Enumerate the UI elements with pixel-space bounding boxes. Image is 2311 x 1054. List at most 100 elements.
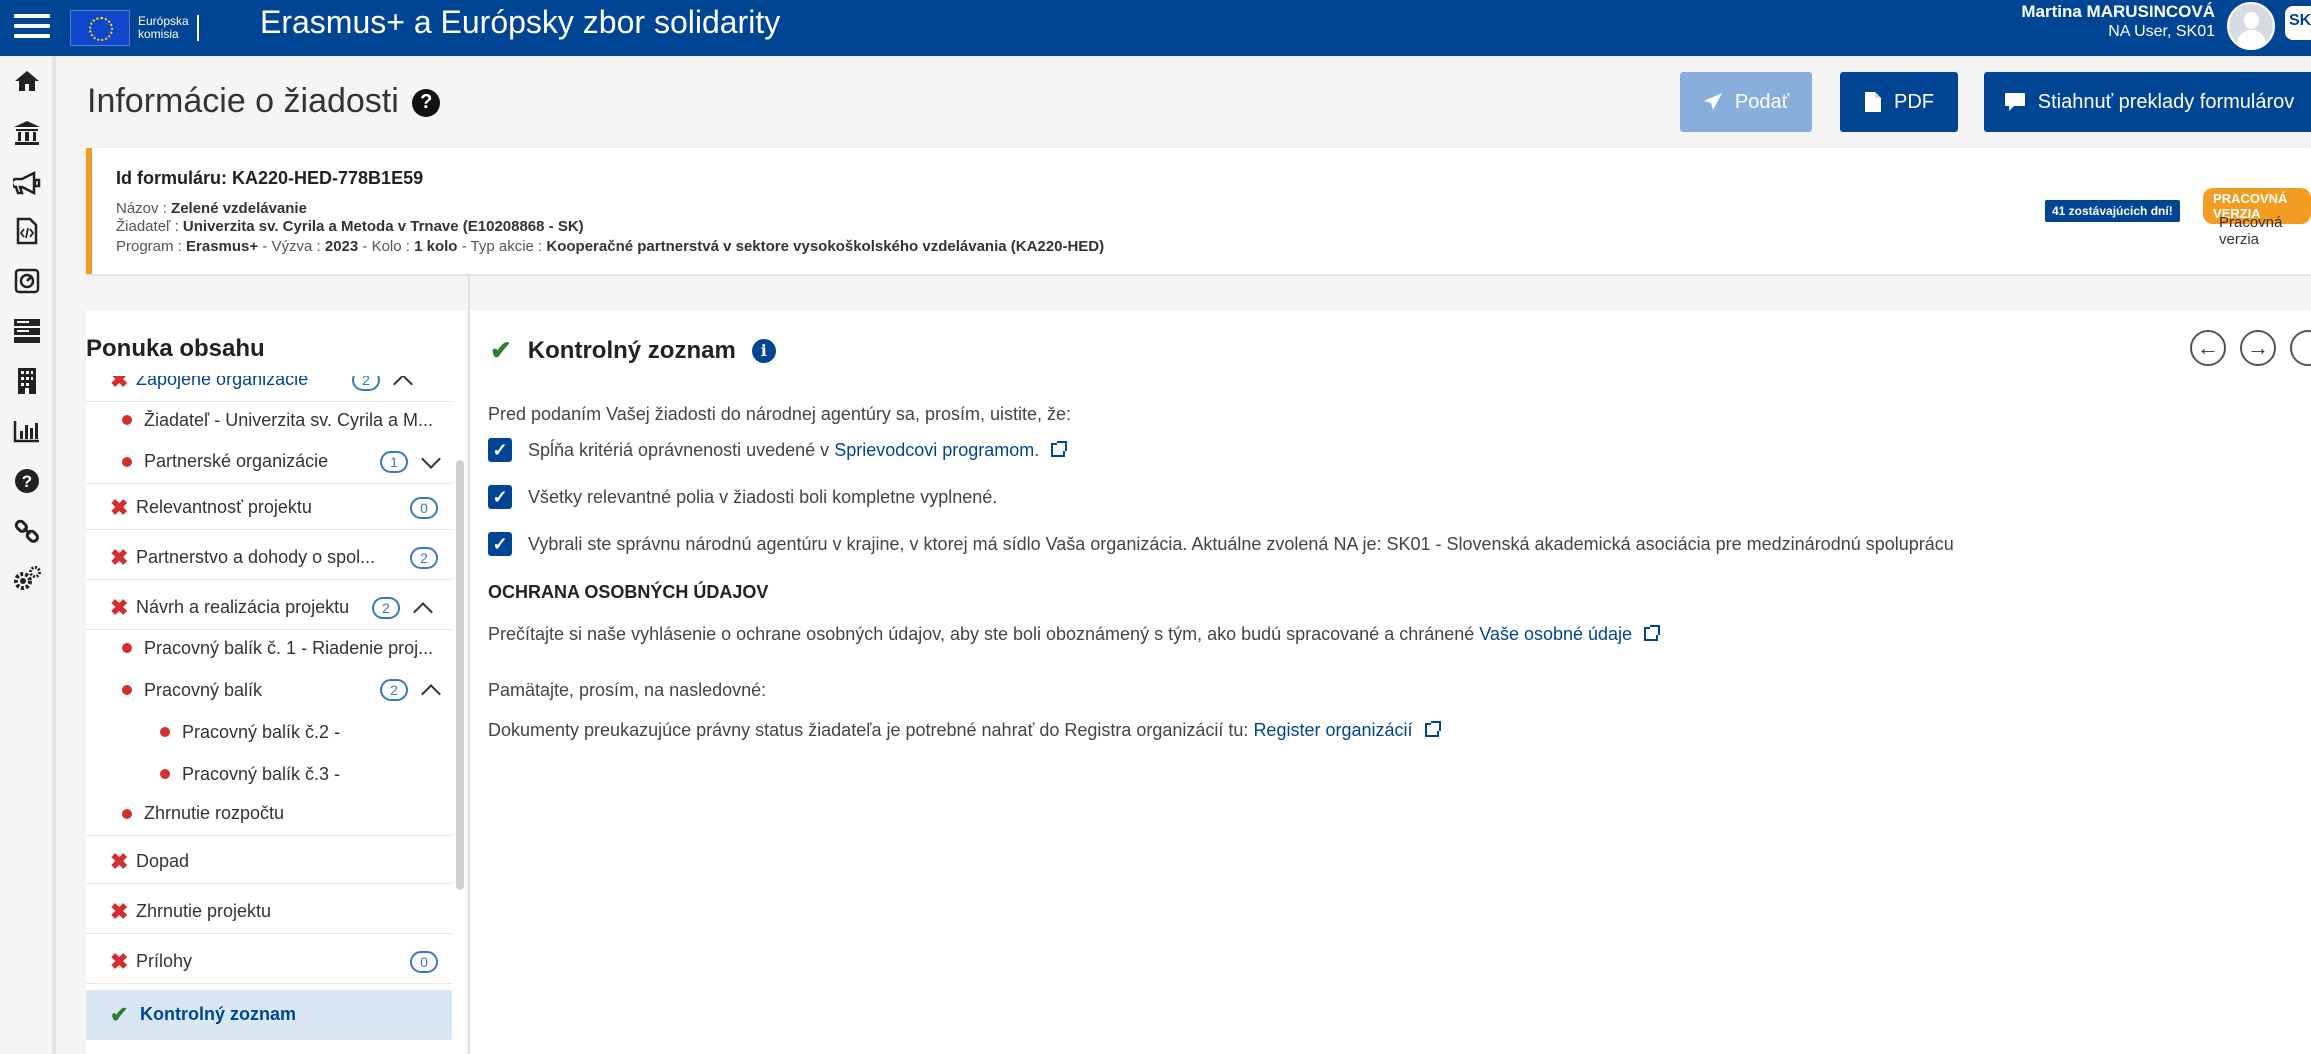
toc-item-navrh-realizacia[interactable]: ✖ Návrh a realizácia projektu 2 bbox=[86, 586, 452, 630]
comment-icon bbox=[2004, 93, 2025, 111]
error-dot-icon bbox=[122, 685, 132, 695]
previous-section-button[interactable]: ← bbox=[2190, 330, 2226, 366]
submit-button[interactable]: Podať bbox=[1680, 72, 1812, 132]
question-icon[interactable]: ? bbox=[12, 466, 42, 496]
checkbox-eligibility[interactable]: ✓ bbox=[488, 438, 512, 462]
check-icon: ✔ bbox=[490, 335, 512, 365]
remember-text: Pamätajte, prosím, na nasledovné: bbox=[488, 680, 767, 700]
toc-list: ✖ Zapojené organizácie 2 Žiadateľ - Univ… bbox=[86, 376, 452, 1054]
checklist-item-2: ✓ Všetky relevantné polia v žiadosti bol… bbox=[488, 485, 997, 509]
form-id: Id formuláru: KA220-HED-778B1E59 bbox=[116, 168, 424, 188]
organisation-register-link[interactable]: Register organizácií bbox=[1253, 720, 1412, 740]
pdf-button[interactable]: PDF bbox=[1840, 72, 1958, 132]
app-title: Erasmus+ a Európsky zbor solidarity bbox=[260, 4, 781, 40]
error-x-icon: ✖ bbox=[110, 594, 129, 620]
toc-item-pracovny-balik-1[interactable]: Pracovný balík č. 1 - Riadenie proj... bbox=[86, 626, 452, 670]
gdpr-heading: OCHRANA OSOBNÝCH ÚDAJOV bbox=[488, 582, 769, 602]
code-file-icon[interactable] bbox=[12, 216, 42, 246]
toc-item-partnerstvo[interactable]: ✖ Partnerstvo a dohody o spol... 2 bbox=[86, 536, 452, 580]
chevron-up-icon[interactable] bbox=[393, 376, 413, 394]
bullhorn-icon[interactable] bbox=[12, 168, 42, 198]
info-icon[interactable]: i bbox=[751, 338, 776, 363]
help-icon[interactable]: ? bbox=[412, 88, 441, 117]
version-text: Pracovná verzia bbox=[2219, 214, 2283, 248]
program-line: Program : Erasmus+ - Výzva : 2023 - Kolo… bbox=[116, 238, 1105, 255]
home-icon[interactable] bbox=[12, 66, 42, 96]
bar-chart-icon[interactable] bbox=[12, 416, 42, 446]
toc-item-ziadatel[interactable]: Žiadateľ - Univerzita sv. Cyrila a M... bbox=[86, 398, 452, 442]
count-badge: 1 bbox=[380, 450, 408, 473]
toc-item-pracovny-balik[interactable]: Pracovný balík 2 bbox=[86, 668, 452, 712]
building-icon[interactable] bbox=[12, 366, 42, 396]
next-section-button[interactable]: → bbox=[2240, 330, 2276, 366]
days-left-badge: 41 zostávajúcich dní! bbox=[2045, 200, 2180, 222]
submit-label: Podať bbox=[1734, 90, 1790, 113]
table-of-contents: Ponuka obsahu ‹ ✖ Zapojené organizácie 2… bbox=[86, 310, 515, 1054]
main-content: ✔ Kontrolný zoznam i ← → Pred podaním Va… bbox=[470, 310, 2311, 1054]
file-icon bbox=[1865, 92, 1881, 112]
error-dot-icon bbox=[160, 769, 170, 779]
toc-item-kontrolny-zoznam[interactable]: ✔ Kontrolný zoznam bbox=[86, 990, 452, 1040]
applicant-line: Žiadateľ : Univerzita sv. Cyrila a Metod… bbox=[116, 218, 584, 235]
menu-icon[interactable] bbox=[14, 8, 50, 44]
pdf-label: PDF bbox=[1894, 90, 1934, 113]
top-bar: Európska komisia Erasmus+ a Európsky zbo… bbox=[0, 0, 2311, 56]
expand-icon[interactable] bbox=[2290, 330, 2311, 366]
count-badge: 2 bbox=[352, 376, 380, 391]
toc-item-prilohy[interactable]: ✖ Prílohy 0 bbox=[86, 940, 452, 984]
chevron-down-icon[interactable] bbox=[421, 448, 441, 469]
error-x-icon: ✖ bbox=[110, 948, 129, 974]
user-info[interactable]: Martina MARUSINCOVÁ NA User, SK01 bbox=[2021, 2, 2215, 42]
toc-item-pracovny-balik-3[interactable]: Pracovný balík č.3 - bbox=[86, 752, 452, 796]
form-name: Zelené vzdelávanie bbox=[171, 200, 307, 217]
error-x-icon: ✖ bbox=[110, 376, 129, 392]
error-dot-icon bbox=[122, 456, 132, 467]
user-name: Martina MARUSINCOVÁ bbox=[2021, 2, 2215, 21]
programme-guide-link[interactable]: Sprievodcovi programom. bbox=[834, 440, 1039, 460]
toc-item-zhrnutie-rozpoctu[interactable]: Zhrnutie rozpočtu bbox=[86, 792, 452, 836]
documents-text: Dokumenty preukazujúce právny status žia… bbox=[488, 720, 1441, 741]
toc-item-partnerske-organizacie[interactable]: Partnerské organizácie 1 bbox=[86, 440, 452, 484]
count-badge: 0 bbox=[410, 496, 438, 519]
eu-commission-logo[interactable]: Európska komisia bbox=[70, 8, 220, 48]
server-icon[interactable] bbox=[12, 316, 42, 346]
personal-data-link[interactable]: Vaše osobné údaje bbox=[1479, 624, 1632, 644]
form-info-card: Id formuláru: KA220-HED-778B1E59 Názov :… bbox=[86, 148, 2311, 274]
toc-title: Ponuka obsahu bbox=[86, 335, 265, 362]
count-badge: 2 bbox=[372, 596, 400, 619]
check-icon: ✔ bbox=[110, 1001, 129, 1027]
error-x-icon: ✖ bbox=[110, 544, 129, 570]
count-badge: 0 bbox=[410, 950, 438, 973]
toc-scrollbar[interactable] bbox=[456, 460, 464, 890]
chevron-up-icon[interactable] bbox=[413, 601, 433, 622]
institution-icon[interactable] bbox=[12, 118, 42, 148]
language-selector[interactable]: SK bbox=[2285, 6, 2311, 40]
user-role: NA User, SK01 bbox=[2108, 23, 2215, 40]
cogs-icon[interactable] bbox=[12, 564, 42, 594]
checklist-item-3: ✓ Vybrali ste správnu národnú agentúru v… bbox=[488, 532, 1954, 556]
external-link-icon bbox=[1051, 440, 1068, 457]
error-dot-icon bbox=[122, 808, 132, 819]
eu-flag-icon bbox=[70, 10, 130, 46]
download-translations-button[interactable]: Stiahnuť preklady formulárov bbox=[1984, 72, 2311, 132]
error-dot-icon bbox=[122, 415, 132, 425]
link-icon[interactable] bbox=[12, 516, 42, 546]
toc-item-dopad[interactable]: ✖ Dopad bbox=[86, 840, 452, 884]
eu-logo-line2: komisia bbox=[138, 27, 179, 41]
intro-text: Pred podaním Vašej žiadosti do národnej … bbox=[488, 404, 1071, 424]
section-title-text: Kontrolný zoznam bbox=[527, 336, 736, 364]
error-dot-icon bbox=[122, 643, 132, 653]
toc-item-relevantnost[interactable]: ✖ Relevantnosť projektu 0 bbox=[86, 486, 452, 530]
compass-icon[interactable] bbox=[12, 266, 42, 296]
toc-item-zhrnutie-projektu[interactable]: ✖ Zhrnutie projektu bbox=[86, 890, 452, 934]
chevron-up-icon[interactable] bbox=[421, 684, 441, 704]
download-translations-label: Stiahnuť preklady formulárov bbox=[2037, 90, 2295, 113]
avatar[interactable] bbox=[2227, 2, 2275, 50]
error-x-icon: ✖ bbox=[110, 898, 129, 924]
paper-plane-icon bbox=[1703, 93, 1722, 110]
error-x-icon: ✖ bbox=[110, 494, 129, 520]
checkbox-national-agency[interactable]: ✓ bbox=[488, 532, 512, 556]
error-x-icon: ✖ bbox=[110, 848, 129, 874]
toc-item-pracovny-balik-2[interactable]: Pracovný balík č.2 - bbox=[86, 710, 452, 754]
checkbox-fields-complete[interactable]: ✓ bbox=[488, 485, 512, 509]
